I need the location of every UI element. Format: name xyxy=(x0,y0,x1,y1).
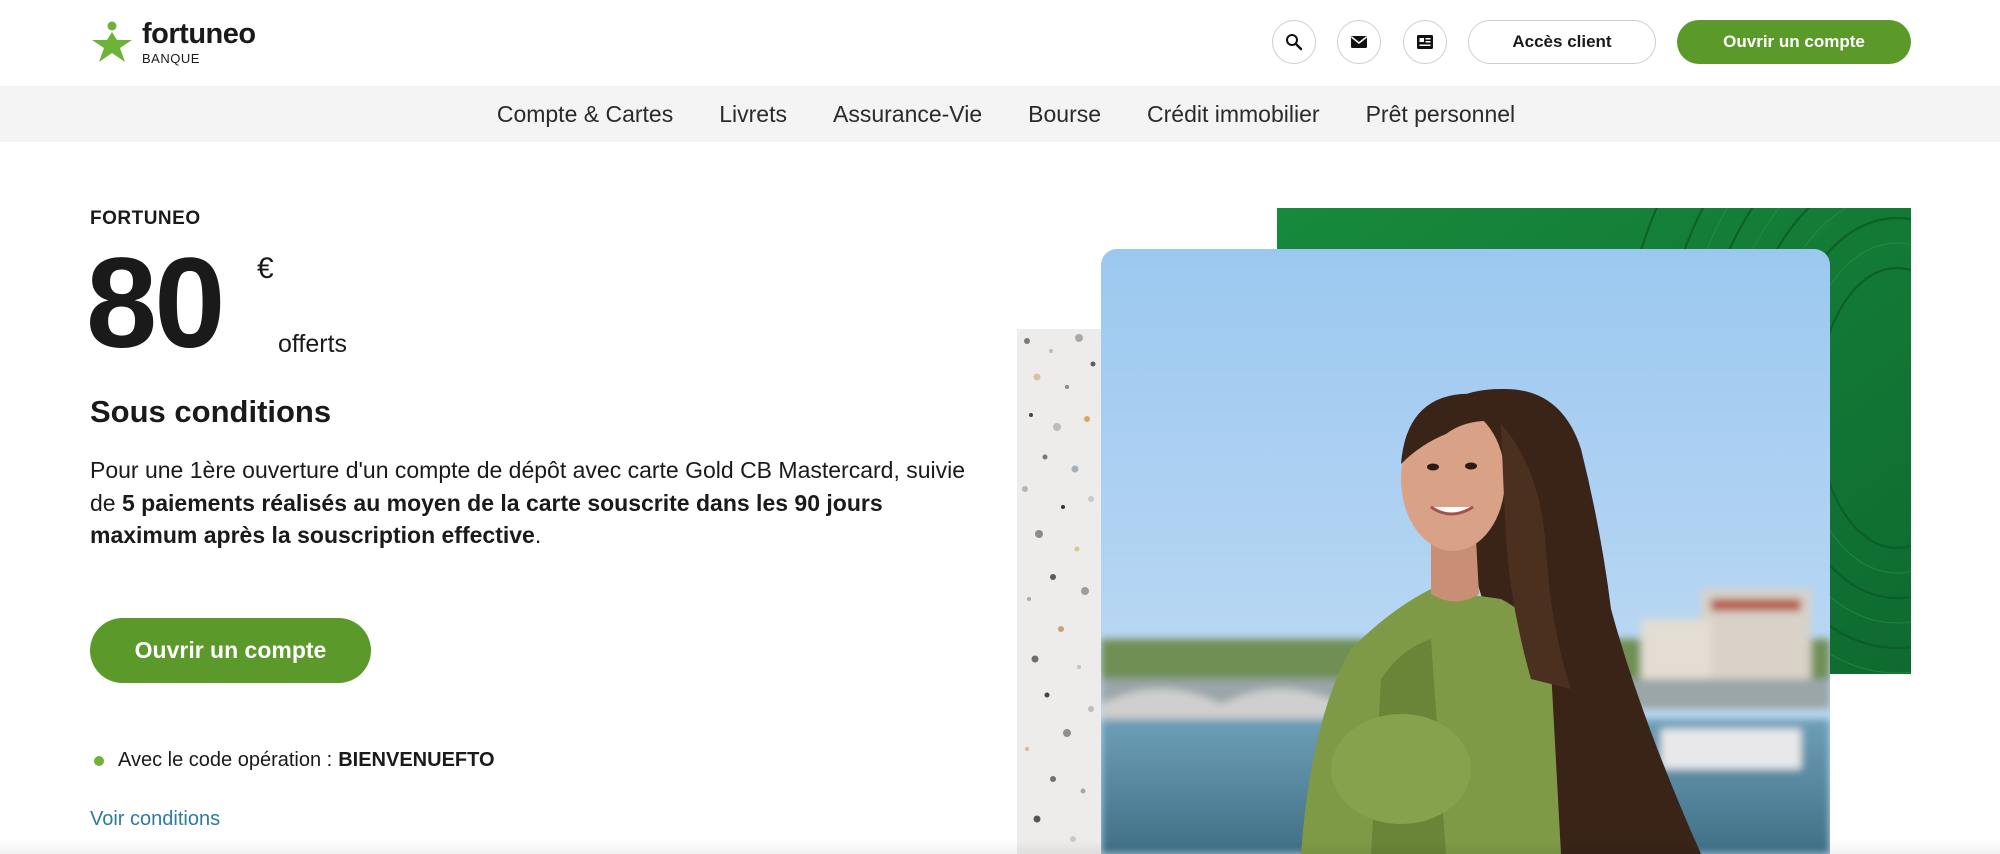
logo-subtitle: BANQUE xyxy=(142,51,200,66)
logo-name: fortuneo xyxy=(142,18,256,50)
contact-button[interactable] xyxy=(1337,20,1381,64)
star-person-icon xyxy=(92,21,132,62)
offer-description-end: . xyxy=(534,522,542,548)
nav-item-assurance-vie[interactable]: Assurance-Vie xyxy=(833,101,982,128)
client-access-button[interactable]: Accès client xyxy=(1468,20,1656,64)
view-conditions-link[interactable]: Voir conditions xyxy=(90,808,220,831)
search-icon xyxy=(1286,34,1303,51)
conditions-title: Sous conditions xyxy=(90,394,332,429)
terrazzo-speckles xyxy=(1022,334,1096,842)
nav-item-livrets[interactable]: Livrets xyxy=(719,101,787,128)
bullet-dot-icon xyxy=(94,755,104,766)
offer-amount: 80 xyxy=(86,232,225,375)
nav-item-compte-cartes[interactable]: Compte & Cartes xyxy=(497,101,673,128)
terrazzo-texture-strip xyxy=(1017,329,1103,854)
search-button[interactable] xyxy=(1272,20,1316,64)
mail-icon xyxy=(1351,36,1367,48)
site-header: fortuneo BANQUE Accès client Ouvrir un c… xyxy=(0,0,2000,86)
header-open-account-button[interactable]: Ouvrir un compte xyxy=(1677,20,1911,64)
promo-code-label: Avec le code opération : xyxy=(118,749,333,771)
offer-description-bold: 5 paiements réalisés au moyen de la cart… xyxy=(90,489,883,549)
open-account-button[interactable]: Ouvrir un compte xyxy=(90,618,371,683)
news-button[interactable] xyxy=(1403,20,1447,64)
offer-currency: € xyxy=(257,252,274,285)
promo-code-value: BIENVENUEFTO xyxy=(338,749,495,771)
main-navigation: Compte & Cartes Livrets Assurance-Vie Bo… xyxy=(0,86,2000,142)
news-icon xyxy=(1417,35,1433,49)
hero-eyebrow: FORTUNEO xyxy=(90,208,201,229)
nav-item-credit-immobilier[interactable]: Crédit immobilier xyxy=(1147,101,1320,128)
fortuneo-logo[interactable]: fortuneo BANQUE xyxy=(90,20,256,65)
nav-item-bourse[interactable]: Bourse xyxy=(1028,101,1101,128)
hero-photo-woman-by-river xyxy=(1101,249,1830,854)
offer-description: Pour une 1ère ouverture d'un compte de d… xyxy=(90,454,970,552)
hero-photo-illustration xyxy=(1101,249,1830,854)
page-bottom-shadow xyxy=(0,840,2000,854)
nav-item-pret-personnel[interactable]: Prêt personnel xyxy=(1366,101,1516,128)
promo-code-line: Avec le code opération : BIENVENUEFTO xyxy=(94,749,495,772)
offer-offered-label: offerts xyxy=(278,330,348,358)
